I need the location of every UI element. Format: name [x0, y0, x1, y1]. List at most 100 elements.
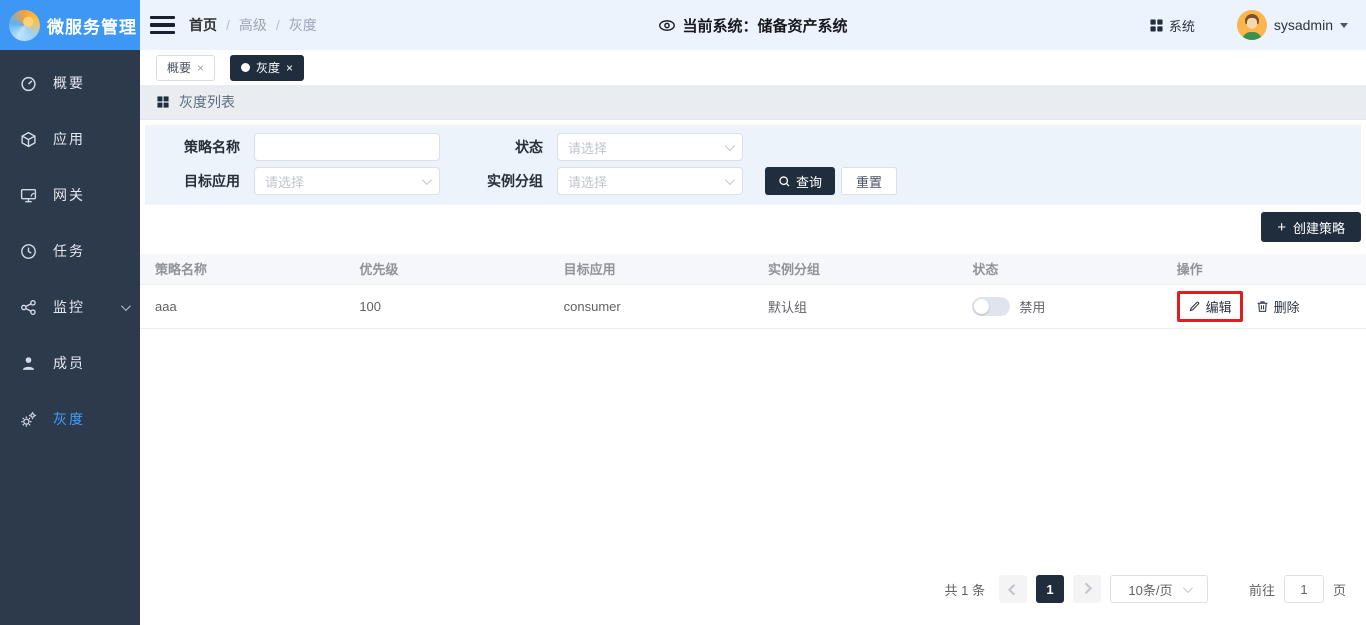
cell-actions: 编辑 删除: [1162, 284, 1366, 328]
plus-icon: +: [1277, 219, 1286, 236]
filter-row-2: 目标应用 请选择 实例分组 请选择 查询 重置: [145, 167, 1361, 195]
page-size-select[interactable]: 10条/页: [1110, 575, 1208, 603]
sidebar-item-applications[interactable]: 应用: [0, 111, 140, 167]
sidebar-item-label: 概要: [53, 73, 85, 93]
avatar-face: [1247, 18, 1257, 29]
reset-button[interactable]: 重置: [841, 167, 897, 195]
app-root: 微服务管理 概要 应用 网关: [0, 0, 1366, 625]
tab-gray-release[interactable]: 灰度 ×: [230, 55, 304, 81]
page-suffix-label: 页: [1333, 580, 1346, 599]
hamburger-menu-icon[interactable]: [150, 16, 175, 35]
edit-button-label: 编辑: [1206, 297, 1232, 316]
sidebar-item-label: 成员: [53, 353, 85, 373]
close-icon[interactable]: ×: [286, 62, 293, 74]
status-label: 状态: [440, 137, 543, 157]
cell-policy-name: aaa: [140, 284, 344, 328]
app-cube-icon: [20, 131, 37, 148]
search-button[interactable]: 查询: [765, 167, 835, 195]
close-icon[interactable]: ×: [197, 62, 204, 74]
sidebar: 微服务管理 概要 应用 网关: [0, 0, 140, 625]
breadcrumb-gray: 灰度: [289, 15, 317, 35]
next-page-button[interactable]: [1073, 575, 1101, 603]
target-app-select[interactable]: 请选择: [254, 167, 440, 195]
content-area: + 创建策略 策略名称 优先级 目标应用 实例分组 状态 操作: [140, 205, 1366, 625]
goto-page-input[interactable]: [1284, 575, 1324, 603]
grid-icon: [1150, 19, 1163, 32]
chevron-down-icon: [725, 141, 735, 151]
status-toggle[interactable]: [972, 297, 1010, 316]
monitor-share-icon: [20, 299, 37, 316]
filter-panel: 策略名称 状态 请选择 目标应用 请选择 实例分组 请选择: [145, 125, 1361, 205]
select-placeholder: 请选择: [568, 138, 607, 157]
chevron-down-icon: [1182, 583, 1192, 593]
chevron-down-icon: [121, 301, 131, 311]
app-title: 微服务管理: [47, 13, 137, 38]
cell-target-app: consumer: [549, 284, 753, 328]
col-target-app: 目标应用: [549, 254, 753, 284]
dashboard-icon: [20, 75, 37, 92]
grid-icon: [157, 96, 169, 108]
breadcrumb-separator: /: [276, 17, 280, 33]
sidebar-item-label: 任务: [53, 241, 85, 261]
avatar-body: [1242, 32, 1262, 40]
page-number-active[interactable]: 1: [1036, 575, 1064, 603]
sidebar-item-tasks[interactable]: 任务: [0, 223, 140, 279]
eye-icon: [658, 17, 675, 34]
task-clock-icon: [20, 243, 37, 260]
active-tab-dot-icon: [241, 63, 250, 72]
sidebar-item-label: 灰度: [53, 409, 85, 429]
pagination: 共 1 条 1 10条/页 前往 页: [140, 575, 1366, 625]
status-select[interactable]: 请选择: [557, 133, 743, 161]
cell-status: 禁用: [957, 284, 1161, 328]
app-logo[interactable]: 微服务管理: [0, 0, 140, 50]
system-label: 系统: [1169, 16, 1195, 35]
chevron-down-icon: [422, 175, 432, 185]
target-app-label: 目标应用: [145, 171, 240, 191]
system-switcher[interactable]: 系统: [1150, 16, 1195, 35]
policy-name-input[interactable]: [254, 133, 440, 161]
tab-label: 灰度: [256, 59, 280, 76]
delete-button-label: 删除: [1274, 297, 1300, 316]
top-bar: 首页 / 高级 / 灰度 当前系统：储备资产系统 系统: [140, 0, 1366, 50]
table-header-row: 策略名称 优先级 目标应用 实例分组 状态 操作: [140, 254, 1366, 284]
gray-gears-icon: [20, 411, 37, 428]
status-text: 禁用: [1019, 297, 1045, 316]
chevron-down-icon: [725, 175, 735, 185]
logo-swirl-icon: [9, 10, 40, 41]
sidebar-item-members[interactable]: 成员: [0, 335, 140, 391]
policy-table: 策略名称 优先级 目标应用 实例分组 状态 操作 aaa 100 consume…: [140, 254, 1366, 329]
edit-pencil-icon: [1188, 300, 1201, 313]
col-status: 状态: [957, 254, 1161, 284]
edit-button[interactable]: 编辑: [1188, 297, 1232, 316]
sidebar-item-monitoring[interactable]: 监控: [0, 279, 140, 335]
instance-group-label: 实例分组: [440, 171, 543, 191]
cell-instance-group: 默认组: [753, 284, 957, 328]
delete-button[interactable]: 删除: [1256, 297, 1300, 316]
page-size-value: 10条/页: [1128, 580, 1172, 599]
instance-group-select[interactable]: 请选择: [557, 167, 743, 195]
gateway-icon: [20, 187, 37, 204]
sidebar-item-gray-release[interactable]: 灰度: [0, 391, 140, 447]
pagination-total: 共 1 条: [945, 580, 985, 599]
user-dropdown-caret-icon[interactable]: [1340, 23, 1348, 32]
prev-page-button[interactable]: [999, 575, 1027, 603]
goto-page-group: 前往 页: [1249, 575, 1346, 603]
breadcrumb: 首页 / 高级 / 灰度: [189, 15, 317, 35]
tab-label: 概要: [167, 59, 191, 76]
breadcrumb-advanced: 高级: [239, 15, 267, 35]
table-row: aaa 100 consumer 默认组 禁用: [140, 284, 1366, 328]
main-area: 首页 / 高级 / 灰度 当前系统：储备资产系统 系统: [140, 0, 1366, 625]
select-placeholder: 请选择: [265, 172, 304, 191]
breadcrumb-home[interactable]: 首页: [189, 15, 217, 35]
sidebar-item-gateway[interactable]: 网关: [0, 167, 140, 223]
toggle-knob: [974, 299, 989, 314]
sidebar-item-overview[interactable]: 概要: [0, 55, 140, 111]
breadcrumb-separator: /: [226, 17, 230, 33]
username[interactable]: sysadmin: [1274, 17, 1333, 33]
sidebar-item-label: 监控: [53, 297, 85, 317]
tab-overview[interactable]: 概要 ×: [156, 55, 215, 81]
col-instance-group: 实例分组: [753, 254, 957, 284]
avatar[interactable]: [1237, 10, 1267, 40]
create-policy-button[interactable]: + 创建策略: [1261, 212, 1361, 242]
policy-name-label: 策略名称: [145, 137, 240, 157]
